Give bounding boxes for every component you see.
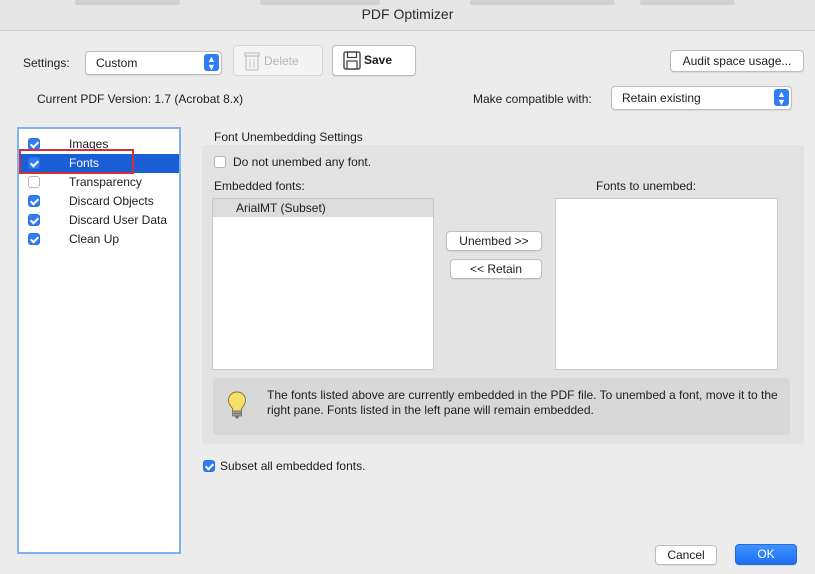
sidebar-item-clean-up[interactable]: Clean Up [19, 230, 179, 249]
embedded-fonts-label: Embedded fonts: [214, 179, 305, 193]
discard-objects-checkbox[interactable] [28, 195, 40, 207]
current-pdf-version: Current PDF Version: 1.7 (Acrobat 8.x) [37, 92, 244, 106]
discard-user-data-checkbox[interactable] [28, 214, 40, 226]
background-window-edge [75, 0, 180, 5]
do-not-unembed-label: Do not unembed any font. [233, 155, 372, 169]
background-window-edge [640, 0, 735, 5]
settings-label: Settings: [23, 56, 70, 70]
audit-space-usage-button[interactable]: Audit space usage... [670, 50, 804, 72]
compat-select-value: Retain existing [622, 91, 701, 105]
annotation-highlight-box [19, 149, 134, 174]
background-window-edge [470, 0, 615, 5]
lightbulb-icon [227, 391, 247, 419]
compat-label: Make compatible with: [473, 92, 592, 106]
settings-select[interactable]: Custom ▲ ▼ [85, 51, 222, 75]
list-item[interactable]: ArialMT (Subset) [213, 199, 433, 217]
section-heading: Font Unembedding Settings [214, 130, 363, 144]
delete-button-label: Delete [264, 54, 299, 68]
sidebar-item-discard-objects[interactable]: Discard Objects [19, 192, 179, 211]
chevron-updown-icon: ▲ ▼ [204, 54, 219, 72]
embedded-fonts-list[interactable]: ArialMT (Subset) [212, 198, 434, 370]
ok-button[interactable]: OK [735, 544, 797, 565]
settings-select-value: Custom [96, 56, 138, 70]
window-title: PDF Optimizer [361, 6, 454, 22]
background-window-edge [260, 0, 380, 5]
fonts-to-unembed-label: Fonts to unembed: [596, 179, 697, 193]
sidebar-item-label: Clean Up [69, 232, 120, 246]
unembed-button[interactable]: Unembed >> [446, 231, 542, 251]
delete-button[interactable]: Delete [233, 45, 323, 76]
font-name: ArialMT (Subset) [236, 201, 326, 215]
save-button-label: Save [364, 53, 393, 67]
save-button[interactable]: Save [332, 45, 416, 76]
sidebar-item-transparency[interactable]: Transparency [19, 173, 179, 192]
cancel-button[interactable]: Cancel [655, 545, 717, 565]
compat-select[interactable]: Retain existing ▲ ▼ [611, 86, 792, 110]
info-text: The fonts listed above are currently emb… [267, 388, 778, 417]
clean-up-checkbox[interactable] [28, 233, 40, 245]
fonts-to-unembed-list[interactable] [555, 198, 778, 370]
retain-button[interactable]: << Retain [450, 259, 542, 279]
chevron-updown-icon: ▲ ▼ [774, 89, 789, 107]
title-bar: PDF Optimizer [0, 0, 815, 31]
transparency-checkbox[interactable] [28, 176, 40, 188]
subset-fonts-label: Subset all embedded fonts. [220, 459, 366, 473]
sidebar-item-label: Transparency [69, 175, 142, 189]
sidebar-item-discard-user-data[interactable]: Discard User Data [19, 211, 179, 230]
subset-fonts-checkbox[interactable] [203, 460, 215, 472]
sidebar-item-label: Discard Objects [69, 194, 154, 208]
do-not-unembed-checkbox[interactable] [214, 156, 226, 168]
trash-icon [244, 52, 260, 71]
sidebar-item-label: Discard User Data [69, 213, 168, 227]
floppy-disk-icon [343, 51, 361, 70]
category-list: Images Fonts Transparency Discard Object… [17, 127, 181, 554]
info-box: The fonts listed above are currently emb… [213, 378, 790, 435]
